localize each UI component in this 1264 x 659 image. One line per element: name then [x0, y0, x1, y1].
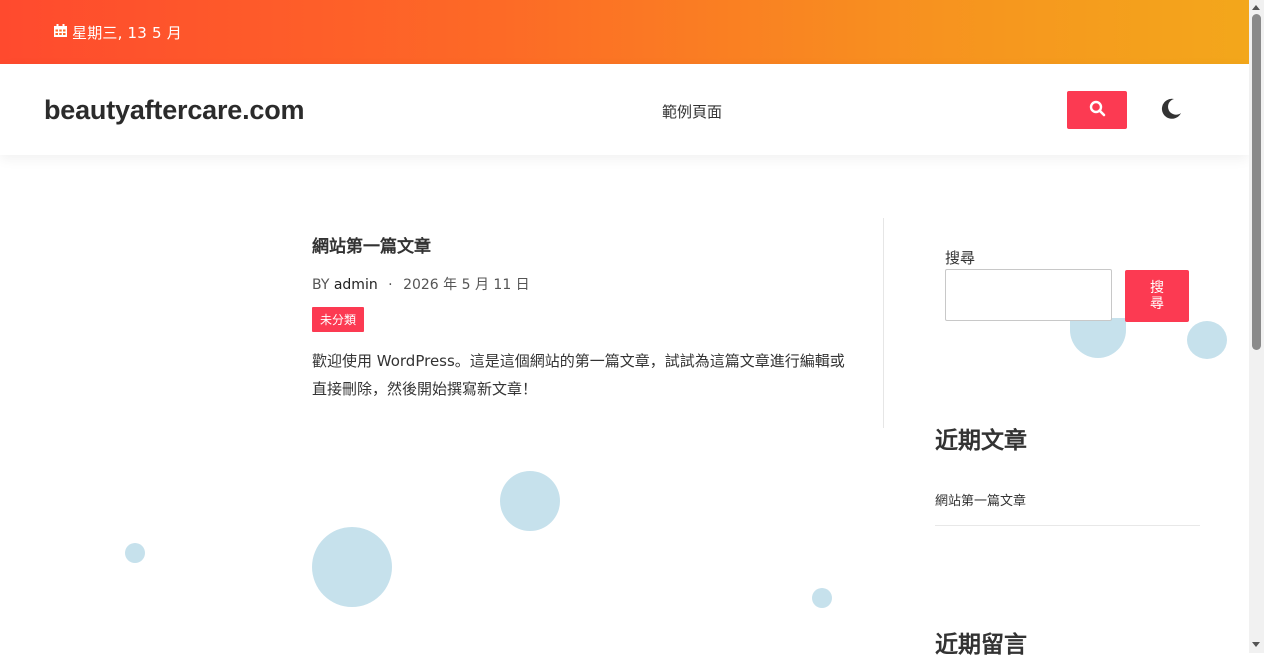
scroll-up-arrow-icon[interactable]	[1252, 5, 1260, 10]
post-date[interactable]: 2026 年 5 月 11 日	[403, 277, 530, 293]
scrollbar-thumb[interactable]	[1252, 14, 1261, 350]
calendar-icon	[53, 23, 68, 42]
decorative-bubble	[812, 588, 832, 608]
search-submit-button[interactable]: 搜尋	[1125, 270, 1189, 322]
recent-comments-title: 近期留言	[935, 632, 1027, 658]
recent-posts-title: 近期文章	[935, 428, 1027, 454]
nav-item-sample-page[interactable]: 範例頁面	[662, 101, 722, 122]
post-meta: BY admin · 2026 年 5 月 11 日	[312, 274, 857, 294]
scroll-down-arrow-icon[interactable]	[1252, 642, 1260, 647]
recent-post-item[interactable]: 網站第一篇文章	[935, 490, 1200, 526]
decorative-bubble	[500, 471, 560, 531]
top-bar: 星期三, 13 5 月	[0, 0, 1249, 64]
moon-icon[interactable]	[1158, 96, 1184, 122]
post-card: 網站第一篇文章 BY admin · 2026 年 5 月 11 日 未分類 歡…	[312, 232, 857, 403]
search-icon	[1089, 100, 1106, 121]
decorative-bubble	[125, 543, 145, 563]
by-label: BY	[312, 277, 330, 293]
date-text: 星期三, 13 5 月	[72, 24, 182, 42]
post-title[interactable]: 網站第一篇文章	[312, 232, 857, 257]
site-header: beautyaftercare.com 範例頁面	[0, 64, 1249, 155]
search-label: 搜尋	[945, 249, 976, 267]
site-title[interactable]: beautyaftercare.com	[44, 95, 305, 126]
post-author[interactable]: admin	[334, 277, 378, 293]
decorative-bubble	[312, 527, 392, 607]
meta-separator: ·	[388, 277, 393, 293]
header-search-button[interactable]	[1067, 91, 1127, 129]
post-excerpt: 歡迎使用 WordPress。這是這個網站的第一篇文章，試試為這篇文章進行編輯或…	[312, 352, 845, 398]
category-badge[interactable]: 未分類	[312, 307, 365, 332]
scrollbar[interactable]	[1249, 0, 1264, 653]
date-display: 星期三, 13 5 月	[53, 22, 182, 43]
search-input[interactable]	[945, 269, 1112, 321]
decorative-bubble	[1187, 321, 1227, 359]
decorative-bubble	[1070, 318, 1126, 358]
content-divider	[883, 218, 884, 428]
